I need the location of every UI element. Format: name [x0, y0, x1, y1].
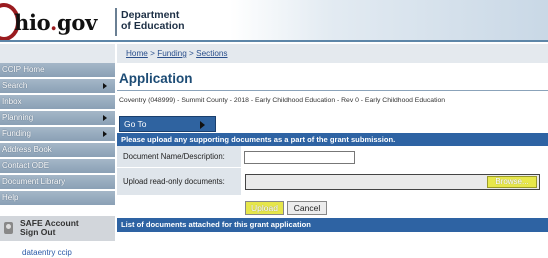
user-lock-icon	[4, 222, 13, 234]
logo-text: hio.gov	[14, 10, 97, 35]
go-to-label: Go To	[124, 119, 147, 129]
ohio-gov-logo[interactable]: hio.gov	[0, 2, 112, 40]
sidebar-item-label: Planning	[2, 113, 34, 122]
doc-name-label: Document Name/Description:	[117, 146, 241, 168]
sidebar-item-label: Address Book	[2, 145, 52, 154]
submenu-arrow-icon	[103, 115, 107, 121]
logo-text-dot: .	[49, 10, 57, 35]
header-divider	[115, 8, 117, 36]
doc-name-cell	[241, 146, 548, 168]
sidebar-top-strip	[0, 44, 115, 63]
sidebar-item-contact-ode[interactable]: Contact ODE	[0, 159, 115, 174]
sidebar-item-label: Funding	[2, 129, 31, 138]
breadcrumb-sections[interactable]: Sections	[196, 49, 227, 58]
submenu-arrow-icon	[103, 83, 107, 89]
title-divider	[117, 90, 548, 91]
application-context: Coventry (048999) - Summit County - 2018…	[119, 97, 446, 104]
breadcrumb-home[interactable]: Home	[126, 49, 148, 58]
browse-button[interactable]: Browse...	[487, 176, 537, 188]
breadcrumb-funding[interactable]: Funding	[157, 49, 187, 58]
sidebar-item-funding[interactable]: Funding	[0, 127, 115, 142]
submenu-arrow-icon	[103, 131, 107, 137]
upload-label: Upload read-only documents:	[117, 168, 241, 196]
file-path-input[interactable]: Browse...	[245, 174, 540, 190]
sidebar-item-label: CCIP Home	[2, 65, 45, 74]
safe-account-sign-out[interactable]: SAFE Account Sign Out	[0, 215, 115, 241]
sidebar-item-label: Search	[2, 81, 28, 90]
upload-button[interactable]: Upload	[245, 201, 284, 215]
sidebar-item-ccip-home[interactable]: CCIP Home	[0, 63, 115, 78]
safe-account-label: SAFE Account Sign Out	[20, 219, 79, 237]
sidebar-item-label: Document Library	[2, 177, 66, 186]
sidebar-item-inbox[interactable]: Inbox	[0, 95, 115, 110]
department-title: Department of Education	[121, 10, 185, 32]
sidebar-item-address-book[interactable]: Address Book	[0, 143, 115, 158]
doc-name-input[interactable]	[244, 151, 355, 164]
sidebar-item-planning[interactable]: Planning	[0, 111, 115, 126]
cancel-button[interactable]: Cancel	[287, 201, 327, 215]
breadcrumb-separator: >	[147, 49, 158, 58]
breadcrumb: Home > Funding > Sections	[117, 44, 548, 63]
site-header: hio.gov Department of Education	[0, 0, 548, 42]
go-to-menu[interactable]: Go To	[119, 116, 216, 132]
sidebar-item-document-library[interactable]: Document Library	[0, 175, 115, 190]
department-line-2: of Education	[121, 20, 185, 32]
breadcrumb-separator: >	[186, 49, 197, 58]
safe-account-line-2: Sign Out	[20, 227, 56, 237]
upload-cell: Browse...	[241, 168, 548, 196]
main-content: Home > Funding > Sections Application Co…	[117, 44, 548, 258]
sidebar-item-label: Inbox	[2, 97, 22, 106]
submenu-arrow-icon	[200, 121, 205, 129]
sidebar-item-help[interactable]: Help	[0, 191, 115, 206]
logo-text-main: hio	[14, 10, 50, 35]
logo-text-suffix: gov	[57, 10, 97, 35]
sidebar-item-label: Contact ODE	[2, 161, 50, 170]
page-title: Application	[119, 71, 193, 86]
sidebar-item-label: Help	[2, 193, 19, 202]
upload-section-header: Please upload any supporting documents a…	[117, 133, 548, 146]
sidebar: CCIP Home Search Inbox Planning Funding …	[0, 44, 117, 258]
attached-documents-header: List of documents attached for this gran…	[117, 218, 548, 232]
sidebar-item-search[interactable]: Search	[0, 79, 115, 94]
dataentry-link[interactable]: dataentry ccip	[22, 248, 72, 257]
